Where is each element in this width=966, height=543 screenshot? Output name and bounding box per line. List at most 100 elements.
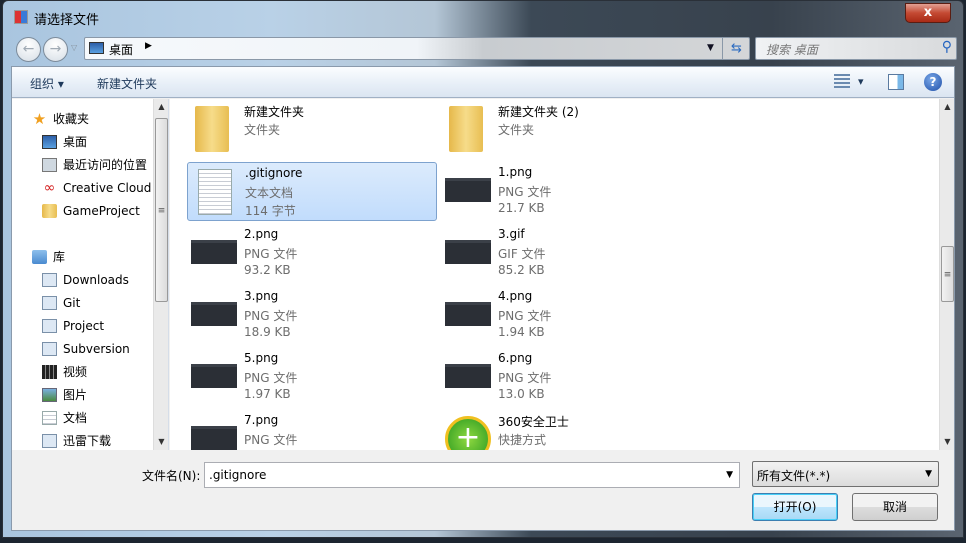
search-icon[interactable]: ⚲ [942, 39, 952, 55]
file-item[interactable]: 新建文件夹 文件夹 [187, 100, 437, 159]
address-location[interactable]: 桌面 [109, 41, 133, 58]
forward-button[interactable]: → [43, 37, 68, 62]
file-size: 18.9 KB [244, 325, 291, 339]
file-name: 4.png [498, 289, 533, 303]
file-type-dropdown-icon[interactable]: ▼ [925, 469, 932, 479]
scroll-up-icon[interactable]: ▲ [154, 99, 169, 115]
app-icon [14, 10, 28, 24]
scroll-up-icon[interactable]: ▲ [940, 99, 954, 115]
toolbar: 组织 ▾ 新建文件夹 ▾ ? [12, 67, 954, 98]
sidebar-scrollbar[interactable]: ▲ ≡ ▼ [153, 99, 168, 450]
recent-pages-dropdown[interactable]: ▽ [71, 43, 77, 52]
file-item[interactable]: +360安全卫士快捷方式 782 字节 [441, 410, 691, 450]
file-type: PNG 文件 [498, 309, 552, 323]
back-button[interactable]: ← [16, 37, 41, 62]
refresh-button[interactable]: ⇆ [722, 38, 750, 59]
folder-icon [195, 106, 229, 152]
search-input[interactable]: 搜索 桌面 [766, 41, 818, 58]
file-type: PNG 文件 [498, 371, 552, 385]
file-item[interactable]: 1.png PNG 文件 21.7 KB [441, 162, 691, 221]
shortcut-icon: + [445, 416, 491, 450]
file-type: PNG 文件 [244, 433, 298, 447]
view-dropdown-icon[interactable]: ▾ [858, 75, 864, 88]
desktop-icon [42, 135, 57, 149]
address-dropdown-icon[interactable]: ▼ [707, 43, 714, 53]
file-name: 新建文件夹 (2) [498, 105, 579, 119]
library-icon [42, 273, 57, 287]
file-size: 782 字节 [498, 449, 549, 450]
view-options-icon[interactable] [834, 74, 850, 90]
file-size: 13.5 KB [244, 449, 291, 450]
navigation-pane: ★ 收藏夹 桌面 最近访问的位置 ∞ Creative Cloud GameProj… [12, 99, 169, 450]
window-title: 请选择文件 [34, 13, 100, 28]
library-icon [42, 319, 57, 333]
search-box[interactable]: 搜索 桌面 ⚲ [755, 37, 957, 60]
recent-places-icon [42, 158, 57, 172]
filename-value[interactable]: .gitignore [209, 468, 266, 482]
open-button[interactable]: 打开(O) [752, 493, 838, 521]
file-size: 114 字节 [245, 204, 296, 218]
filename-input[interactable]: .gitignore ▼ [204, 462, 740, 488]
file-item[interactable]: 3.png PNG 文件 18.9 KB [187, 286, 437, 345]
file-list: ▲ ≡ ▼ 新建文件夹文件夹 新建文件夹 (2) 文件夹 .gitignore 文本文档… [170, 99, 954, 450]
cancel-button[interactable]: 取消 [852, 493, 938, 521]
scrollbar-thumb[interactable]: ≡ [155, 118, 168, 302]
file-type: 文件夹 [244, 123, 281, 137]
file-name: 6.png [498, 351, 533, 365]
breadcrumb-chevron-icon[interactable]: ▶ [145, 41, 152, 51]
library-icon [32, 250, 47, 264]
file-name: 1.png [498, 165, 533, 179]
creative-cloud-icon: ∞ [43, 180, 56, 196]
image-thumbnail-icon [445, 364, 491, 388]
organize-button[interactable]: 组织 ▾ [30, 75, 64, 92]
file-name: 3.png [244, 289, 279, 303]
file-name: 新建文件夹 [244, 105, 305, 119]
file-name: .gitignore [245, 166, 303, 180]
file-item[interactable]: 新建文件夹 (2) 文件夹 [441, 100, 691, 159]
dialog-client: 组织 ▾ 新建文件夹 ▾ ? ★ 收藏夹 桌面 最近访问的位置 ∞ Creative… [11, 66, 955, 531]
file-type: PNG 文件 [498, 185, 552, 199]
file-size: 93.2 KB [244, 263, 291, 277]
file-item[interactable]: 4.png PNG 文件 1.94 KB [441, 286, 691, 345]
file-type: PNG 文件 [244, 247, 298, 261]
close-button[interactable]: x [905, 3, 951, 23]
file-name: 3.gif [498, 227, 525, 241]
file-type: PNG 文件 [244, 309, 298, 323]
file-item[interactable]: 3.gif GIF 文件 85.2 KB [441, 224, 691, 283]
address-bar[interactable]: 桌面 ▶ ▼ ⇆ [84, 37, 750, 60]
scroll-down-icon[interactable]: ▼ [940, 434, 954, 450]
file-name: 2.png [244, 227, 279, 241]
file-list-scrollbar[interactable]: ▲ ≡ ▼ [939, 99, 954, 450]
file-item[interactable]: 2.png PNG 文件 93.2 KB [187, 224, 437, 283]
image-thumbnail-icon [191, 364, 237, 388]
file-type: 文件夹 [498, 123, 535, 137]
filename-label: 文件名(N): [142, 469, 201, 483]
image-thumbnail-icon [191, 240, 237, 264]
video-icon [42, 365, 57, 379]
file-type: GIF 文件 [498, 247, 546, 261]
file-item[interactable]: .gitignore 文本文档 114 字节 [187, 162, 437, 221]
file-size: 13.0 KB [498, 387, 545, 401]
picture-icon [42, 388, 57, 402]
folder-icon [42, 204, 57, 218]
file-size: 1.94 KB [498, 325, 545, 339]
file-item[interactable]: 6.png PNG 文件 13.0 KB [441, 348, 691, 407]
filename-dropdown-icon[interactable]: ▼ [726, 470, 733, 480]
file-item[interactable]: 5.png PNG 文件 1.97 KB [187, 348, 437, 407]
file-type-select[interactable]: 所有文件(*.*) ▼ [752, 461, 939, 487]
library-icon [42, 342, 57, 356]
preview-pane-icon[interactable] [888, 74, 904, 90]
back-arrow-icon: ← [22, 41, 35, 57]
file-type-value: 所有文件(*.*) [757, 469, 831, 483]
image-thumbnail-icon [445, 178, 491, 202]
new-folder-button[interactable]: 新建文件夹 [97, 75, 157, 92]
forward-arrow-icon: → [49, 41, 62, 57]
file-item[interactable]: 7.png PNG 文件 13.5 KB [187, 410, 437, 450]
library-icon [42, 296, 57, 310]
help-button[interactable]: ? [924, 73, 942, 91]
image-thumbnail-icon [191, 302, 237, 326]
scroll-down-icon[interactable]: ▼ [154, 434, 169, 450]
scrollbar-thumb[interactable]: ≡ [941, 246, 954, 302]
file-name: 5.png [244, 351, 279, 365]
folder-icon [449, 106, 483, 152]
